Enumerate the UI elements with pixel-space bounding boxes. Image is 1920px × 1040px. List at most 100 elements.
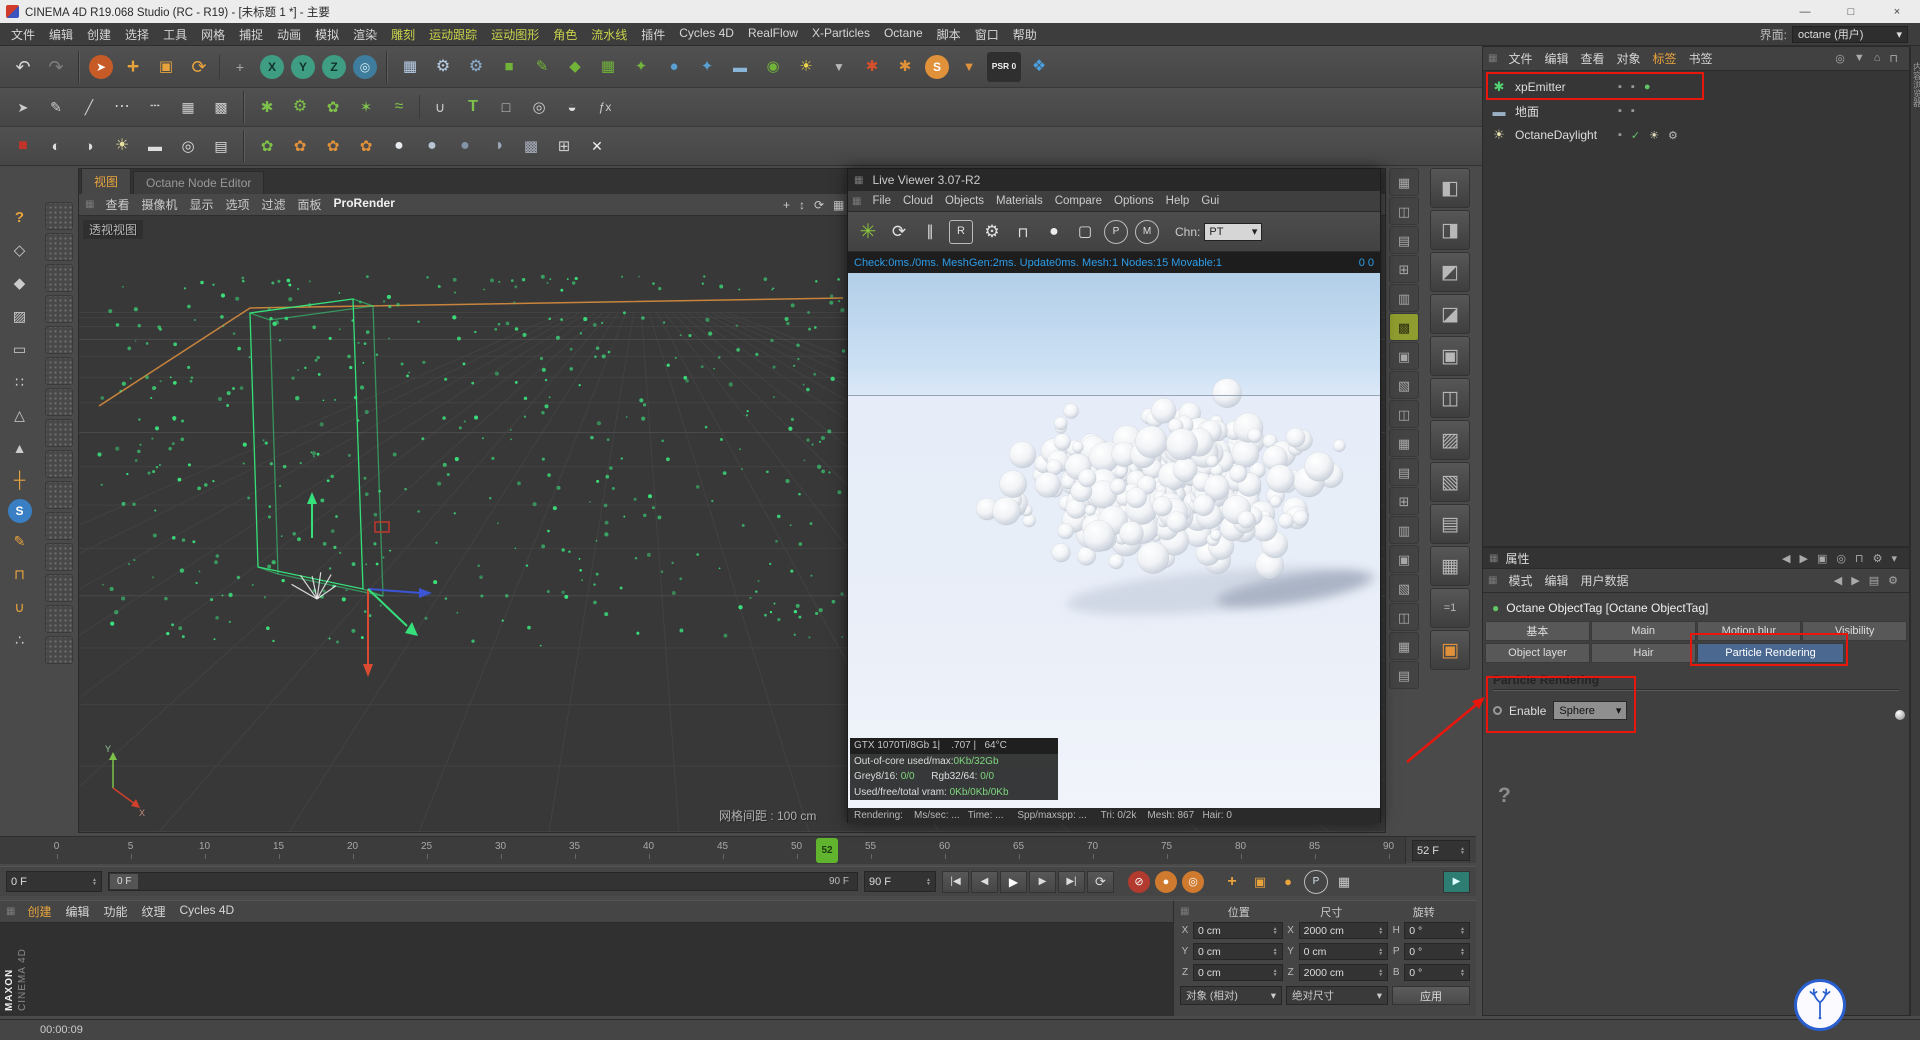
knife-icon[interactable]: ╱: [74, 92, 104, 122]
object-row[interactable]: ▬ 地面 ▪ ▪: [1483, 99, 1909, 123]
object-name[interactable]: OctaneDaylight: [1515, 128, 1611, 142]
flower-green-icon[interactable]: ✿: [252, 131, 282, 161]
snap-tool-icon[interactable]: ▤: [1389, 661, 1419, 689]
timeline-ruler[interactable]: 051015202530354045505560657075808590 52: [0, 837, 1406, 864]
palette-slot-icon[interactable]: [45, 326, 73, 354]
viewport-menu-item[interactable]: 查看: [99, 196, 135, 213]
add-array-icon[interactable]: ▦: [593, 52, 623, 82]
apply-button[interactable]: 应用: [1392, 986, 1470, 1005]
menu-item[interactable]: 文件: [4, 26, 42, 43]
snap-tool-icon[interactable]: ▦: [1389, 429, 1419, 457]
menu-item[interactable]: 帮助: [1006, 26, 1044, 43]
modeling-cube-icon[interactable]: ▤: [1430, 504, 1470, 544]
add-deformer-icon[interactable]: ✦: [626, 52, 656, 82]
gear-icon[interactable]: ⚙: [1873, 552, 1883, 565]
size-field[interactable]: 2000 cm▲▼: [1299, 964, 1389, 981]
coord-mode-select[interactable]: 对象 (相对)▾: [1180, 986, 1282, 1005]
attribute-tab[interactable]: Hair: [1591, 643, 1696, 663]
snap-tool-icon[interactable]: ⊞: [1389, 487, 1419, 515]
menu-item[interactable]: 插件: [634, 26, 672, 43]
object-tag-icon[interactable]: ⚙: [1668, 129, 1678, 142]
filter-icon[interactable]: ▼: [1854, 52, 1865, 65]
material-menu-item[interactable]: Cycles 4D: [173, 903, 242, 920]
xp-cache-icon[interactable]: ✱: [890, 52, 920, 82]
material-menu-item[interactable]: 功能: [96, 903, 134, 920]
texture-mode-icon[interactable]: ▨: [5, 301, 35, 331]
pause-icon[interactable]: ∥: [918, 220, 942, 244]
snap-mode-icon[interactable]: ∪: [5, 592, 35, 622]
area-icon[interactable]: ▤: [206, 131, 236, 161]
mograph-flower-icon[interactable]: ✿: [318, 92, 348, 122]
move-icon[interactable]: +: [118, 52, 148, 82]
modeling-cube-icon[interactable]: ◧: [1430, 168, 1470, 208]
copy-icon[interactable]: ▤: [1869, 574, 1879, 587]
solo-mode-icon[interactable]: S: [8, 499, 32, 523]
motext-icon[interactable]: T: [458, 92, 488, 122]
dock-left-icon[interactable]: ◀: [1782, 552, 1790, 565]
object-tag-icon[interactable]: ☀: [1649, 129, 1659, 142]
palette-slot-icon[interactable]: [45, 481, 73, 509]
render-view-icon[interactable]: ▦: [395, 52, 425, 82]
modeling-cube-icon[interactable]: ▣: [1430, 336, 1470, 376]
zoom-view-icon[interactable]: ↕: [799, 198, 805, 212]
snap-tool-icon[interactable]: ⊞: [1389, 255, 1419, 283]
snap-tool-icon[interactable]: ▥: [1389, 284, 1419, 312]
polygons-mode-icon[interactable]: ▲: [5, 433, 35, 463]
size-mode-select[interactable]: 绝对尺寸▾: [1286, 986, 1388, 1005]
fx-icon[interactable]: ƒx: [590, 92, 620, 122]
menu-item[interactable]: 选择: [118, 26, 156, 43]
render-settings-icon[interactable]: ⚙: [428, 52, 458, 82]
modeling-cube-icon[interactable]: ▧: [1430, 462, 1470, 502]
attribute-tab[interactable]: Main: [1591, 621, 1696, 641]
sculpt-pen-icon[interactable]: ✎: [41, 92, 71, 122]
snap-tool-icon[interactable]: ▧: [1389, 574, 1419, 602]
live-viewer-menu-item[interactable]: Gui: [1195, 195, 1225, 207]
sphere-half-icon[interactable]: ◑: [483, 131, 513, 161]
menu-item[interactable]: 流水线: [584, 26, 634, 43]
position-field[interactable]: 0 cm▲▼: [1193, 964, 1283, 981]
snap-tool-icon[interactable]: ▦: [1389, 168, 1419, 196]
object-row[interactable]: ☀ OctaneDaylight ▪ ✓ ☀ ⚙: [1483, 123, 1909, 147]
palette-slot-icon[interactable]: [45, 512, 73, 540]
camera-icon[interactable]: ◉: [758, 52, 788, 82]
palette-slot-icon[interactable]: [45, 357, 73, 385]
select-arrow-icon[interactable]: ➤: [8, 92, 38, 122]
minimize-button[interactable]: —: [1782, 0, 1828, 23]
sphere-checker-icon[interactable]: ▩: [516, 131, 546, 161]
add-spline-icon[interactable]: ✎: [527, 52, 557, 82]
mograph-star-icon[interactable]: ✱: [252, 92, 282, 122]
current-frame-field[interactable]: 52 F▲▼: [1412, 840, 1470, 861]
goto-start-button[interactable]: |◀: [942, 871, 969, 893]
loop-button[interactable]: ⟳: [1087, 871, 1114, 893]
restart-icon[interactable]: R: [949, 220, 973, 244]
collapse-icon[interactable]: ▾: [1891, 552, 1897, 565]
snap-tool-icon[interactable]: ▧: [1389, 371, 1419, 399]
lock-icon[interactable]: ⊓: [1855, 552, 1864, 565]
start-frame-field[interactable]: 0 F▲▼: [6, 871, 102, 892]
toggle-view-icon[interactable]: ▦: [833, 198, 844, 212]
snap-tool-icon[interactable]: ▦: [1389, 632, 1419, 660]
attribute-tab[interactable]: Motion blur: [1697, 621, 1802, 641]
scale-icon[interactable]: ▣: [151, 52, 181, 82]
object-toggle-icon[interactable]: ▪: [1618, 105, 1622, 117]
object-toggle-icon[interactable]: ▪: [1618, 129, 1622, 141]
mograph-wave-icon[interactable]: ≈: [384, 92, 414, 122]
palette-slot-icon[interactable]: [45, 450, 73, 478]
sound-tool-icon[interactable]: S: [925, 55, 949, 79]
xp-bird-icon[interactable]: ❖: [1024, 52, 1054, 82]
workplane-mode-icon[interactable]: ▭: [5, 334, 35, 364]
om-menu-item[interactable]: 对象: [1611, 50, 1647, 67]
home-icon[interactable]: ⌂: [1874, 52, 1881, 65]
snap-tool-icon[interactable]: ◫: [1389, 197, 1419, 225]
palette-slot-icon[interactable]: [45, 295, 73, 323]
position-field[interactable]: 0 cm▲▼: [1193, 922, 1283, 939]
psr-badge-icon[interactable]: PSR 0: [987, 52, 1021, 82]
pan-view-icon[interactable]: +: [783, 198, 790, 212]
attribute-tab[interactable]: Object layer: [1485, 643, 1590, 663]
flower-orange-icon[interactable]: ✿: [285, 131, 315, 161]
rotate-icon[interactable]: ⟳: [184, 52, 214, 82]
snap-tool-icon[interactable]: ▣: [1389, 545, 1419, 573]
range-start-handle[interactable]: 0 F: [110, 874, 138, 889]
viewport-menu-item[interactable]: 选项: [220, 196, 256, 213]
snap-tool-icon[interactable]: ▥: [1389, 516, 1419, 544]
